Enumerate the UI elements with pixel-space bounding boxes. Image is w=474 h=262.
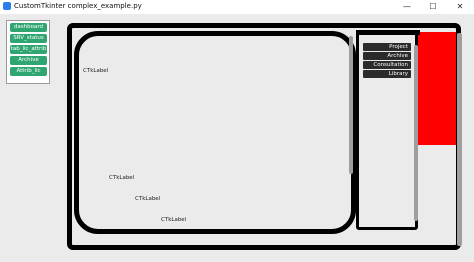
red-panel [418,32,456,145]
sidebar-button-srv-status[interactable]: SRV_status [10,34,47,43]
sidebar-panel: dashboard SRV_status tab_lic_attrib Arch… [6,20,50,84]
title-bar: CustomTkinter complex_example.py — ☐ ✕ [0,0,474,14]
ctk-label-4: CTkLabel [161,217,187,223]
minimize-button[interactable]: — [394,0,420,14]
ctk-label-1: CTkLabel [83,68,109,74]
menu-item-library[interactable]: Library [363,70,411,78]
right-frame-scrollbar[interactable] [414,45,418,221]
sidebar-button-dashboard[interactable]: dashboard [10,23,47,32]
scrollable-frame [74,31,356,234]
scrollable-frame-scrollbar[interactable] [349,36,353,174]
sidebar-button-attrib-lic[interactable]: Attrib_lic [10,67,47,76]
window-content: dashboard SRV_status tab_lic_attrib Arch… [0,14,474,262]
window-title: CustomTkinter complex_example.py [14,2,142,10]
ctk-label-3: CTkLabel [135,196,161,202]
sidebar-button-archive[interactable]: Archive [10,56,47,65]
outer-scrollbar[interactable] [457,33,462,246]
app-icon [3,2,11,10]
ctk-label-2: CTkLabel [109,175,135,181]
menu-item-archive[interactable]: Archive [363,52,411,60]
menu-item-consultation[interactable]: Consultation [363,61,411,69]
close-button[interactable]: ✕ [447,0,473,14]
sidebar-button-tab-lic-attrib[interactable]: tab_lic_attrib [10,45,47,54]
maximize-button[interactable]: ☐ [420,0,446,14]
menu-item-project[interactable]: Project [363,43,411,51]
